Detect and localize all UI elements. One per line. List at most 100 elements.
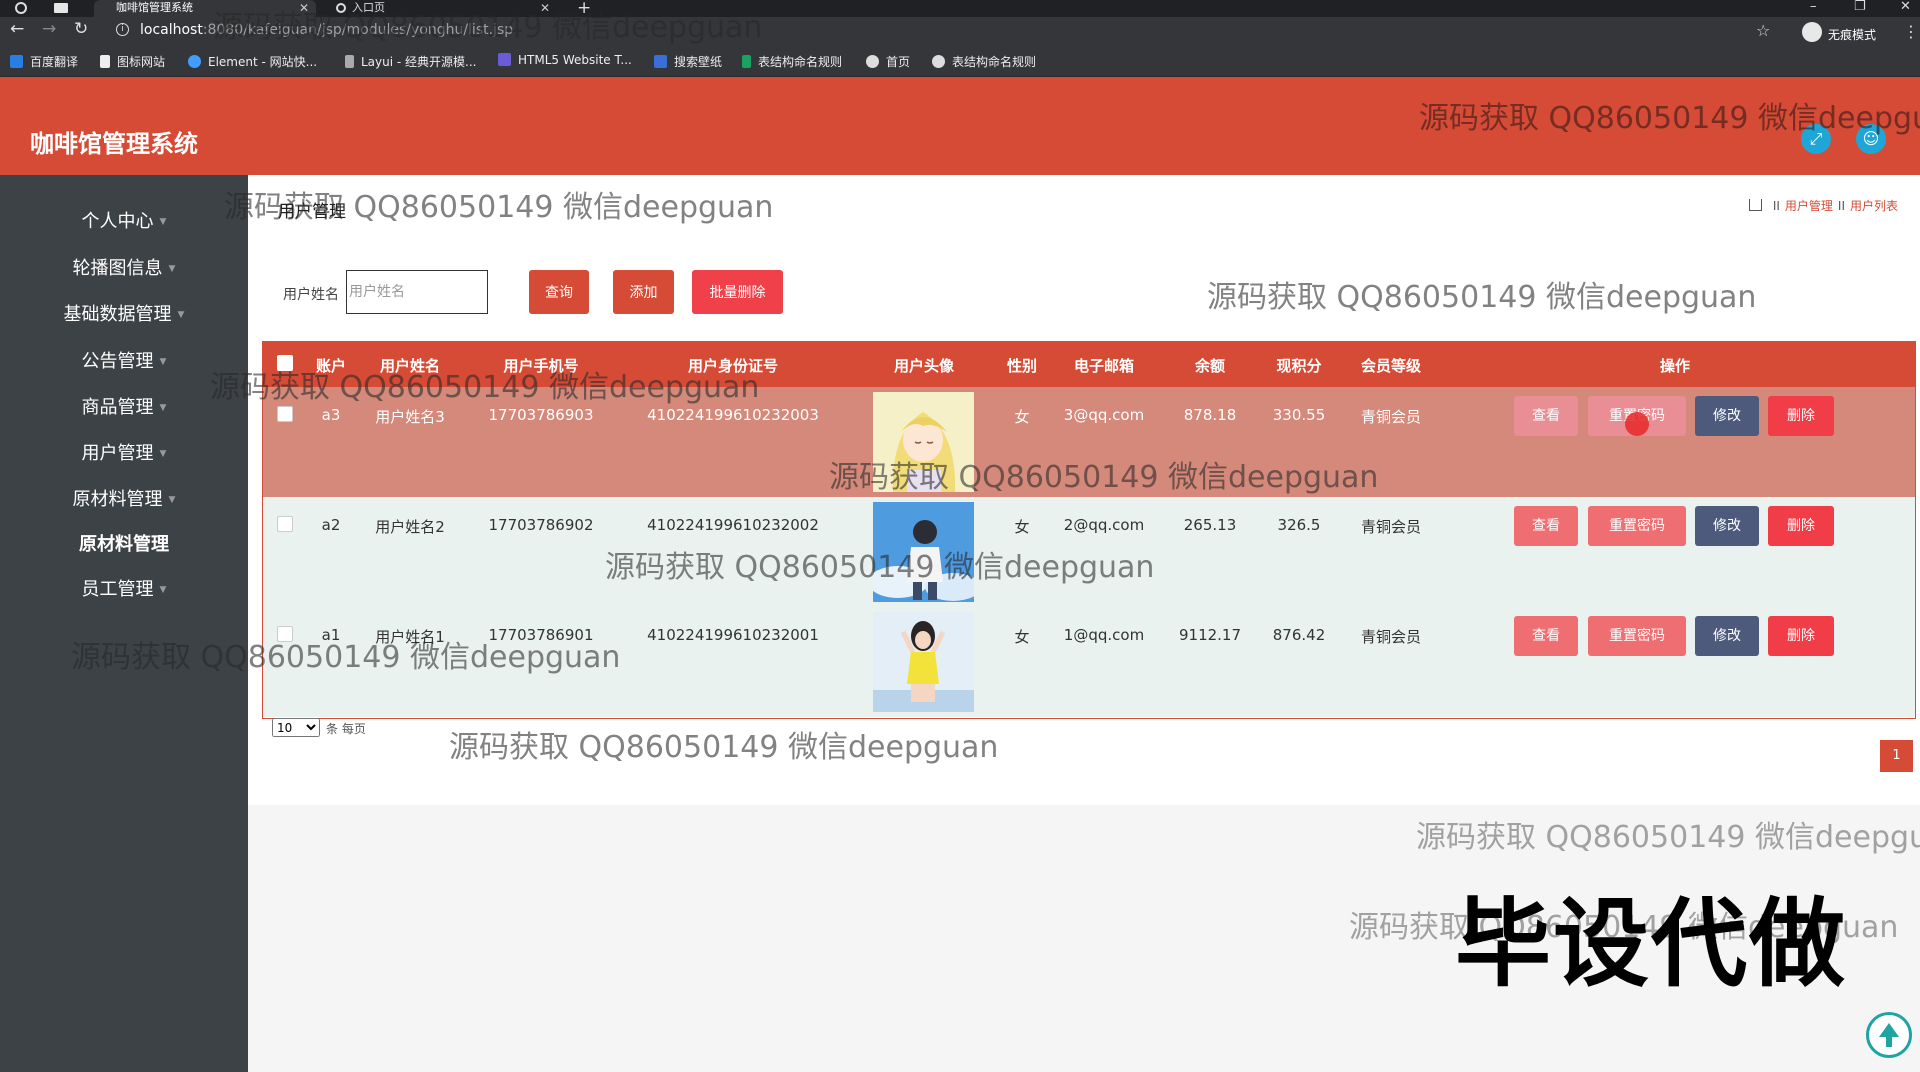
cell-idcard: 410224199610232003	[647, 406, 819, 424]
cell-idcard: 410224199610232002	[647, 516, 819, 534]
sidebar-item-staff[interactable]: 员工管理 ▼	[0, 575, 248, 601]
bookmark-item[interactable]: 搜索壁纸	[654, 53, 722, 70]
address-bar[interactable]: i localhost:8080/kafeiguan/jsp/modules/y…	[104, 18, 1794, 43]
sidebar-item-users[interactable]: 用户管理 ▼	[0, 439, 248, 465]
incognito-icon[interactable]	[1802, 22, 1822, 42]
bookmark-item[interactable]: Element - 网站快...	[188, 53, 317, 70]
browser-tab[interactable]: 入口页 ✕	[330, 0, 552, 17]
chevron-down-icon: ▼	[159, 357, 167, 367]
sidebar-item-basic-data[interactable]: 基础数据管理 ▼	[0, 300, 248, 326]
view-button[interactable]: 查看	[1514, 506, 1578, 546]
back-to-top-icon[interactable]	[1866, 1012, 1912, 1058]
page-title: 用户管理	[278, 202, 346, 222]
delete-button[interactable]: 删除	[1768, 506, 1834, 546]
minimize-icon[interactable]: –	[1810, 0, 1817, 14]
globe-icon	[866, 55, 879, 68]
page-number-button[interactable]: 1	[1880, 740, 1913, 772]
reset-password-button[interactable]: 重置密码	[1588, 616, 1686, 656]
close-tab-icon[interactable]: ✕	[299, 0, 309, 16]
app-header: 咖啡馆管理系统 ⤢ ☺	[0, 77, 1920, 175]
column-header: 账户	[315, 357, 347, 375]
cell-phone: 17703786901	[488, 626, 594, 644]
bookmark-item[interactable]: 首页	[866, 53, 910, 70]
bookmark-item[interactable]: 表结构命名规则	[742, 53, 842, 70]
page-size-label: 条 每页	[326, 722, 366, 736]
home-icon[interactable]	[1748, 199, 1762, 211]
row-checkbox[interactable]	[277, 516, 293, 532]
page-size-select[interactable]: 10	[272, 718, 320, 737]
column-header: 用户身份证号	[687, 357, 779, 375]
girl-yellow-avatar-icon	[873, 612, 974, 712]
add-button[interactable]: 添加	[613, 270, 674, 314]
select-all-checkbox[interactable]	[277, 355, 293, 371]
user-table: 账户 用户姓名 用户手机号 用户身份证号 用户头像 性别 电子邮箱 余额 现积分…	[262, 341, 1916, 719]
sidebar-item-announcements[interactable]: 公告管理 ▼	[0, 347, 248, 373]
reset-password-button[interactable]: 重置密码	[1588, 506, 1686, 546]
bookmark-item[interactable]: 百度翻译	[10, 53, 78, 70]
delete-button[interactable]: 删除	[1768, 616, 1834, 656]
browser-tab-active[interactable]: 咖啡馆管理系统 ✕	[94, 0, 316, 17]
chevron-down-icon: ▼	[159, 217, 167, 227]
click-indicator-icon	[1625, 412, 1649, 436]
view-button[interactable]: 查看	[1514, 616, 1578, 656]
browser-app-icon[interactable]	[15, 2, 27, 14]
column-header: 用户头像	[893, 357, 955, 375]
sidebar-item-personal-center[interactable]: 个人中心 ▼	[0, 207, 248, 233]
user-avatar	[873, 612, 974, 712]
query-button[interactable]: 查询	[529, 270, 589, 314]
close-window-icon[interactable]: ✕	[1900, 0, 1911, 14]
edit-button[interactable]: 修改	[1695, 616, 1759, 656]
new-tab-icon[interactable]: +	[577, 0, 591, 18]
edit-button[interactable]: 修改	[1695, 396, 1759, 436]
chevron-down-icon: ▼	[159, 449, 167, 459]
forward-icon[interactable]: →	[42, 19, 56, 39]
edit-button[interactable]: 修改	[1695, 506, 1759, 546]
row-checkbox[interactable]	[277, 626, 293, 642]
sidebar-item-materials[interactable]: 原材料管理 ▼	[0, 485, 248, 511]
close-tab-icon[interactable]: ✕	[540, 0, 550, 16]
bulk-delete-button[interactable]: 批量删除	[692, 270, 783, 314]
profile-label[interactable]: 无痕模式	[1828, 26, 1876, 43]
bookmark-item[interactable]: HTML5 Website T...	[498, 53, 632, 67]
table-row[interactable]: a3 用户姓名3 17703786903 410224199610232003 …	[263, 387, 1915, 497]
main-content: 用户管理 II用户管理II用户列表 用户姓名 查询 添加 批量删除 账户 用户姓…	[248, 175, 1920, 805]
bookmark-item[interactable]: 图标网站	[100, 53, 165, 70]
bookmark-item[interactable]: 表结构命名规则	[932, 53, 1036, 70]
cell-balance: 265.13	[1183, 516, 1237, 534]
table-row[interactable]: a2 用户姓名2 17703786902 410224199610232002 …	[263, 497, 1915, 607]
bookmark-star-icon[interactable]: ☆	[1756, 21, 1770, 40]
chevron-down-icon: ▼	[177, 310, 185, 320]
site-info-icon[interactable]: i	[116, 23, 129, 36]
reload-icon[interactable]: ↻	[74, 19, 88, 39]
breadcrumb-item[interactable]: 用户列表	[1850, 199, 1898, 213]
restore-icon[interactable]: ❐	[1854, 0, 1866, 14]
delete-button[interactable]: 删除	[1768, 396, 1834, 436]
browser-menu-icon[interactable]: ⋮	[1903, 22, 1919, 41]
view-button[interactable]: 查看	[1514, 396, 1578, 436]
fullscreen-icon[interactable]: ⤢	[1801, 124, 1831, 154]
cell-account: a1	[321, 626, 341, 644]
search-input[interactable]	[346, 270, 488, 314]
column-header: 现积分	[1276, 357, 1322, 375]
cell-account: a2	[321, 516, 341, 534]
tab-label: 咖啡馆管理系统	[116, 1, 193, 14]
sidebar-item-goods[interactable]: 商品管理 ▼	[0, 393, 248, 419]
browser-toolbar: ← → ↻ i localhost:8080/kafeiguan/jsp/mod…	[0, 17, 1920, 44]
user-avatar	[873, 392, 974, 492]
sidebar-item-carousel[interactable]: 轮播图信息 ▼	[0, 254, 248, 280]
column-header: 用户手机号	[503, 357, 579, 375]
breadcrumb-item[interactable]: 用户管理	[1785, 199, 1833, 213]
cell-points: 876.42	[1272, 626, 1326, 644]
sidebar-subitem-materials[interactable]: 原材料管理	[0, 530, 248, 556]
table-row[interactable]: a1 用户姓名1 17703786901 410224199610232001 …	[263, 607, 1915, 717]
bookmark-item[interactable]: Layui - 经典开源模...	[345, 53, 476, 70]
cell-gender: 女	[1014, 628, 1030, 646]
cell-balance: 878.18	[1183, 406, 1237, 424]
search-label: 用户姓名	[283, 287, 339, 303]
cell-gender: 女	[1014, 408, 1030, 426]
back-icon[interactable]: ←	[10, 19, 24, 39]
column-header: 操作	[1659, 357, 1691, 375]
tab-overview-icon[interactable]	[54, 3, 68, 13]
row-checkbox[interactable]	[277, 406, 293, 422]
user-profile-icon[interactable]: ☺	[1856, 124, 1886, 154]
